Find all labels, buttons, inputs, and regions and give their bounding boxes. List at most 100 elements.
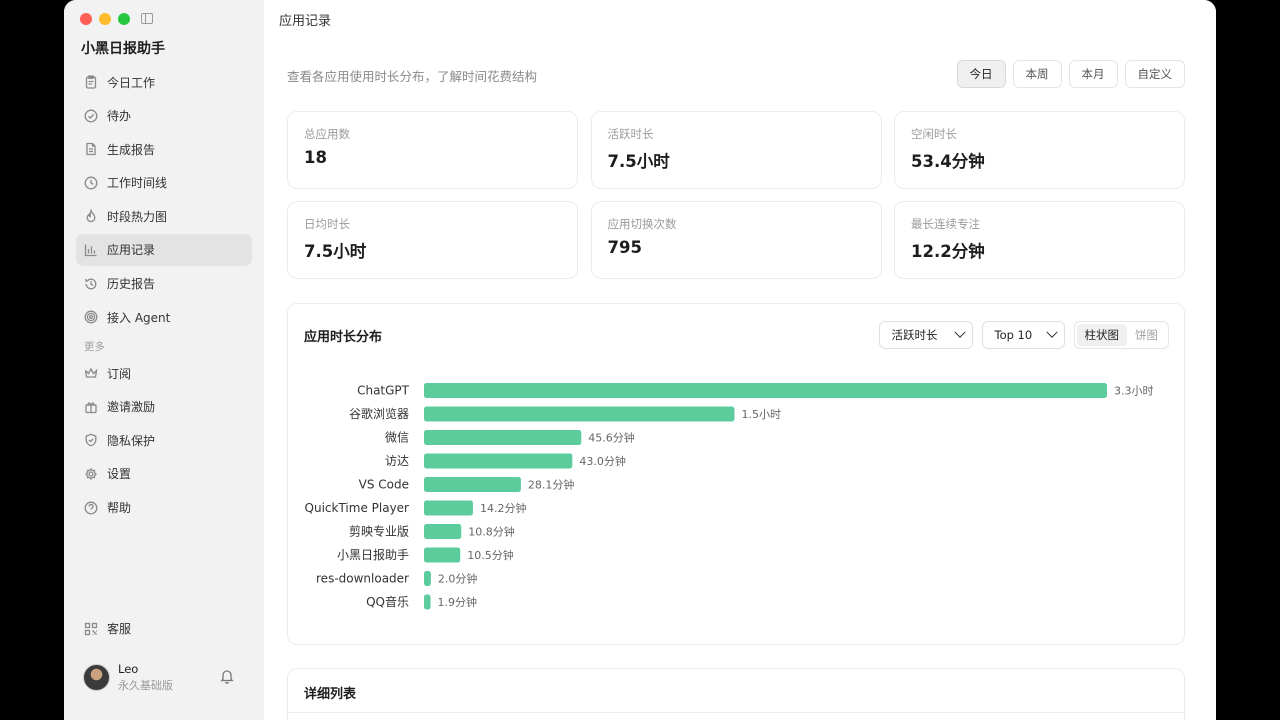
bar-value-label: 43.0分钟 [579,454,626,468]
page-subtitle: 查看各应用使用时长分布，了解时间花费结构 [287,69,538,84]
sidebar-item-todo[interactable]: 待办 [76,100,252,132]
stat-card-longest-focus: 最长连续专注 12.2分钟 [894,201,1185,279]
sidebar-item-label: 设置 [107,467,132,482]
bar[interactable] [424,406,735,422]
sidebar-toggle-icon[interactable] [141,13,153,24]
sidebar-item-label: 隐私保护 [107,433,156,448]
detail-list-card: 详细列表 [287,668,1185,720]
app-duration-bar-chart: ChatGPT 3.3小时谷歌浏览器 1.5小时微信 45.6分钟访达 43.0分钟 VS… [305,383,1154,610]
divider [288,712,1184,713]
pie-chart-view-button[interactable]: 饼图 [1127,324,1166,346]
stat-value: 12.2分钟 [911,242,985,261]
user-profile[interactable]: Leo 永久基础版 [83,662,243,693]
chart-view-toggle: 柱状图 饼图 [1073,321,1169,349]
bar-category-label: res-downloader [316,572,409,586]
main-content: 应用记录 查看各应用使用时长分布，了解时间花费结构 今日 本周 本月 自定义 总… [264,0,1216,720]
zoom-window-button[interactable] [118,13,130,25]
avatar[interactable] [83,664,110,691]
tab-custom[interactable]: 自定义 [1124,60,1185,88]
sidebar-item-history-reports[interactable]: 历史报告 [76,268,252,300]
bar-category-label: QuickTime Player [305,501,410,515]
sidebar-item-label: 历史报告 [107,277,156,292]
bar-category-label: 剪映专业版 [349,524,409,539]
date-range-tabs: 今日 本周 本月 自定义 [956,60,1185,88]
tab-this-month[interactable]: 本月 [1068,60,1118,88]
bar[interactable] [424,430,582,445]
user-name: Leo [118,662,139,676]
document-icon [84,142,98,156]
sidebar-item-label: 工作时间线 [107,176,168,191]
bar-value-label: 10.8分钟 [468,525,514,539]
bell-icon[interactable] [219,668,235,684]
customer-service-label: 客服 [107,622,132,636]
sidebar-item-generate-report[interactable]: 生成报告 [76,133,252,165]
user-plan: 永久基础版 [118,679,173,692]
bar-value-label: 1.5小时 [741,408,781,421]
stat-label: 日均时长 [304,217,350,231]
sidebar-item-today-work[interactable]: 今日工作 [76,66,252,98]
stat-card-daily-average: 日均时长 7.5小时 [287,201,578,279]
tab-this-week[interactable]: 本周 [1012,60,1062,88]
bar[interactable] [424,547,461,563]
stat-label: 空闲时长 [911,127,957,141]
sidebar-item-settings[interactable]: 设置 [76,458,252,490]
sidebar-item-agent[interactable]: 接入 Agent [76,301,252,333]
bar[interactable] [424,594,431,610]
sidebar-item-invite[interactable]: 邀请激励 [76,391,252,423]
page-title: 应用记录 [279,14,332,29]
close-window-button[interactable] [80,13,92,25]
chart-title: 应用时长分布 [304,330,383,345]
sidebar-item-app-records[interactable]: 应用记录 [76,233,252,266]
bar[interactable] [424,477,521,492]
detail-list-title: 详细列表 [304,687,357,702]
sidebar-item-label: 订阅 [107,366,132,381]
bar-value-label: 3.3小时 [1114,385,1154,398]
clipboard-icon [84,75,98,89]
check-circle-icon [84,109,98,123]
stats-grid: 总应用数 18 活跃时长 7.5小时 空闲时长 53.4分钟 日均时长 7.5小… [287,111,1185,279]
stat-label: 总应用数 [304,127,350,141]
bar-category-label: 微信 [385,431,409,445]
clock-icon [84,176,98,190]
bar[interactable] [424,383,1107,398]
bar-category-label: 访达 [385,454,409,468]
metric-select-value: 活跃时长 [891,328,938,342]
sidebar-item-label: 时段热力图 [107,209,168,224]
shield-icon [84,433,98,447]
stat-value: 7.5小时 [607,152,670,171]
bar[interactable] [424,524,462,539]
stat-card-total-apps: 总应用数 18 [287,111,578,189]
more-section-label: 更多 [84,341,105,354]
sidebar-item-label: 应用记录 [107,243,156,258]
tab-today[interactable]: 今日 [956,60,1006,88]
bar[interactable] [424,453,573,469]
chevron-down-icon [1045,326,1058,338]
app-title: 小黑日报助手 [81,41,165,57]
stat-value: 53.4分钟 [911,152,985,171]
customer-service-button[interactable]: 客服 [84,620,131,637]
bar-category-label: 谷歌浏览器 [349,406,409,421]
bar-chart-icon [84,243,98,257]
bar-category-label: VS Code [359,478,409,492]
stat-label: 活跃时长 [607,127,654,141]
app-window: 小黑日报助手 今日工作 待办 生成报告 工作时间线 时段热力图 应用记录 历史报… [64,0,1216,720]
crown-icon [84,366,98,380]
sidebar-item-timeline[interactable]: 工作时间线 [76,167,252,199]
chart-controls: 活跃时长 Top 10 柱状图 饼图 [878,321,1169,349]
minimize-window-button[interactable] [99,13,111,25]
bar-value-label: 14.2分钟 [480,501,527,515]
sidebar-item-subscribe[interactable]: 订阅 [76,357,252,389]
metric-select[interactable]: 活跃时长 [878,321,973,349]
help-icon [84,501,98,515]
bar[interactable] [424,571,431,586]
bar-value-label: 10.5分钟 [467,548,514,562]
bar[interactable] [424,500,473,516]
bar-chart-view-button[interactable]: 柱状图 [1076,324,1127,346]
sidebar-item-privacy[interactable]: 隐私保护 [76,424,252,456]
sidebar-item-label: 待办 [107,109,132,124]
sidebar-item-help[interactable]: 帮助 [76,492,252,524]
top-n-select[interactable]: Top 10 [981,321,1065,349]
stat-value: 18 [304,148,327,167]
sidebar-item-heatmap[interactable]: 时段热力图 [76,200,252,232]
bar-value-label: 1.9分钟 [438,595,478,609]
